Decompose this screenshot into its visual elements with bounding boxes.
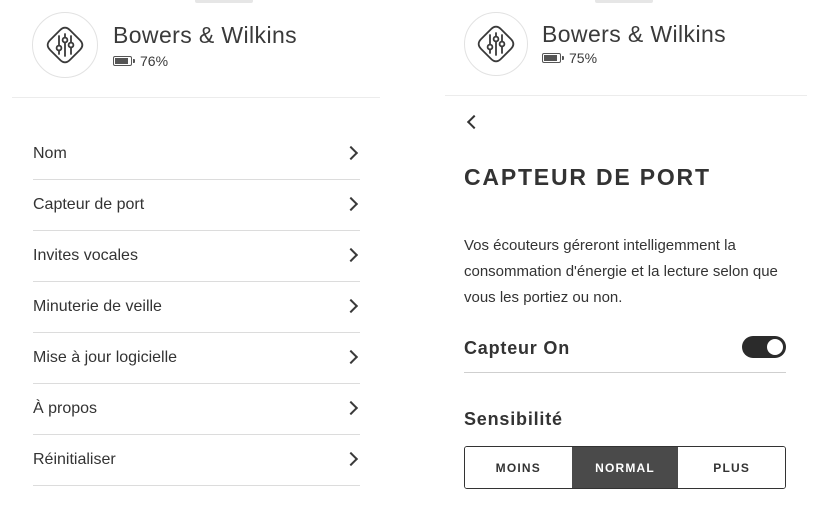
sensitivity-option-moins[interactable]: MOINS [465, 447, 572, 488]
sensitivity-option-normal[interactable]: NORMAL [571, 447, 679, 488]
bw-logo-icon [464, 12, 528, 76]
battery-icon [542, 53, 564, 63]
menu-item-nom[interactable]: Nom [33, 129, 360, 180]
battery-status: 75% [542, 50, 597, 66]
battery-percent: 76% [140, 53, 169, 69]
menu-item-a-propos[interactable]: À propos [33, 384, 360, 435]
menu-item-minuterie-de-veille[interactable]: Minuterie de veille [33, 282, 360, 333]
menu-item-invites-vocales[interactable]: Invites vocales [33, 231, 360, 282]
battery-icon [113, 56, 135, 66]
menu-item-label: Capteur de port [33, 196, 145, 213]
menu-item-label: Mise à jour logicielle [33, 349, 178, 366]
chevron-right-icon [343, 451, 359, 467]
battery-percent: 75% [569, 50, 598, 66]
chevron-right-icon [343, 400, 359, 416]
menu-item-label: Minuterie de veille [33, 298, 162, 315]
chevron-right-icon [343, 247, 359, 263]
wear-sensor-panel: Bowers & Wilkins 75% CAPTEUR DE PORT Vos… [433, 0, 833, 509]
menu-item-label: À propos [33, 400, 98, 417]
chevron-left-icon[interactable] [463, 113, 483, 133]
battery-fill [115, 58, 128, 64]
menu-item-label: Réinitialiser [33, 451, 116, 468]
sensitivity-label: Sensibilité [464, 409, 563, 429]
chevron-right-icon [343, 145, 359, 161]
bw-logo-icon [32, 12, 98, 78]
sensor-toggle-row: Capteur On [464, 328, 786, 373]
battery-fill [544, 55, 557, 61]
chevron-right-icon [343, 298, 359, 314]
menu-item-capteur-de-port[interactable]: Capteur de port [33, 180, 360, 231]
menu-item-label: Invites vocales [33, 247, 138, 264]
chevron-right-icon [343, 349, 359, 365]
menu-item-mise-a-jour-logicielle[interactable]: Mise à jour logicielle [33, 333, 360, 384]
menu-item-reinitialiser[interactable]: Réinitialiser [33, 435, 360, 486]
device-name: Bowers & Wilkins [542, 21, 727, 47]
sensor-toggle-label: Capteur On [464, 338, 571, 358]
toggle-knob [767, 339, 783, 355]
page-title: CAPTEUR DE PORT [464, 164, 711, 190]
chevron-right-icon [343, 196, 359, 212]
settings-menu-panel: Bowers & Wilkins 76% Nom Capteur de port… [0, 0, 400, 509]
sensor-description: Vos écouteurs géreront intelligemment la… [464, 237, 778, 306]
device-header: Bowers & Wilkins 76% [12, 0, 380, 98]
sensitivity-selector: MOINS NORMAL PLUS [464, 446, 786, 489]
menu-item-label: Nom [33, 145, 67, 162]
sensor-toggle[interactable] [742, 336, 786, 358]
sensitivity-option-plus[interactable]: PLUS [678, 447, 785, 488]
device-name: Bowers & Wilkins [113, 22, 298, 48]
settings-menu: Nom Capteur de port Invites vocales Minu… [33, 129, 360, 486]
battery-status: 76% [113, 53, 168, 69]
device-header: Bowers & Wilkins 75% [445, 0, 807, 96]
